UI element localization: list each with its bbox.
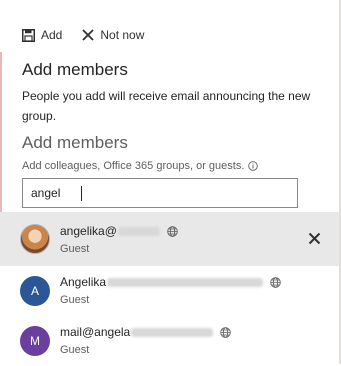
globe-icon <box>220 326 231 338</box>
panel-left-accent <box>0 52 2 212</box>
suggestion-text: angelika@ Guest <box>60 223 178 255</box>
redacted-text <box>117 226 160 236</box>
redacted-text <box>131 327 214 337</box>
suggestion-name: Angelika <box>60 275 107 289</box>
suggestion-name: angelika@ <box>60 224 117 238</box>
not-now-button[interactable]: Not now <box>82 28 144 42</box>
suggestion-item[interactable]: M mail@angela Guest <box>0 316 339 366</box>
command-bar: Add Not now <box>22 26 164 44</box>
hint-text: Add colleagues, Office 365 groups, or gu… <box>22 160 245 172</box>
member-search-input[interactable] <box>23 179 297 207</box>
section-title: Add members <box>22 133 128 152</box>
close-icon <box>82 29 94 41</box>
text-caret <box>81 186 82 201</box>
globe-icon <box>270 276 281 288</box>
avatar: A <box>20 276 50 306</box>
suggestion-text: mail@angela Guest <box>60 324 231 356</box>
suggestion-item[interactable]: angelika@ Guest <box>0 212 339 266</box>
suggestion-type: Guest <box>60 294 90 306</box>
globe-icon <box>167 225 178 237</box>
avatar: M <box>20 326 50 356</box>
panel-description: People you add will receive email announ… <box>22 89 311 123</box>
redacted-text <box>107 277 264 287</box>
close-icon[interactable] <box>308 232 321 245</box>
suggestion-text: Angelika Guest <box>60 274 281 306</box>
save-icon <box>22 28 35 42</box>
add-button[interactable]: Add <box>22 28 62 42</box>
hint-row: Add colleagues, Office 365 groups, or gu… <box>22 160 259 172</box>
not-now-button-label: Not now <box>100 28 145 42</box>
panel-title: Add members <box>22 60 128 79</box>
suggestion-list: angelika@ Guest A Angelika Guest M mail@… <box>0 212 339 366</box>
suggestion-name: mail@angela <box>60 325 131 339</box>
member-search-box[interactable] <box>22 178 298 208</box>
suggestion-type: Guest <box>60 344 90 356</box>
add-button-label: Add <box>41 28 63 42</box>
info-icon[interactable] <box>248 161 259 171</box>
avatar <box>20 224 50 254</box>
suggestion-type: Guest <box>60 243 90 255</box>
suggestion-item[interactable]: A Angelika Guest <box>0 266 339 316</box>
